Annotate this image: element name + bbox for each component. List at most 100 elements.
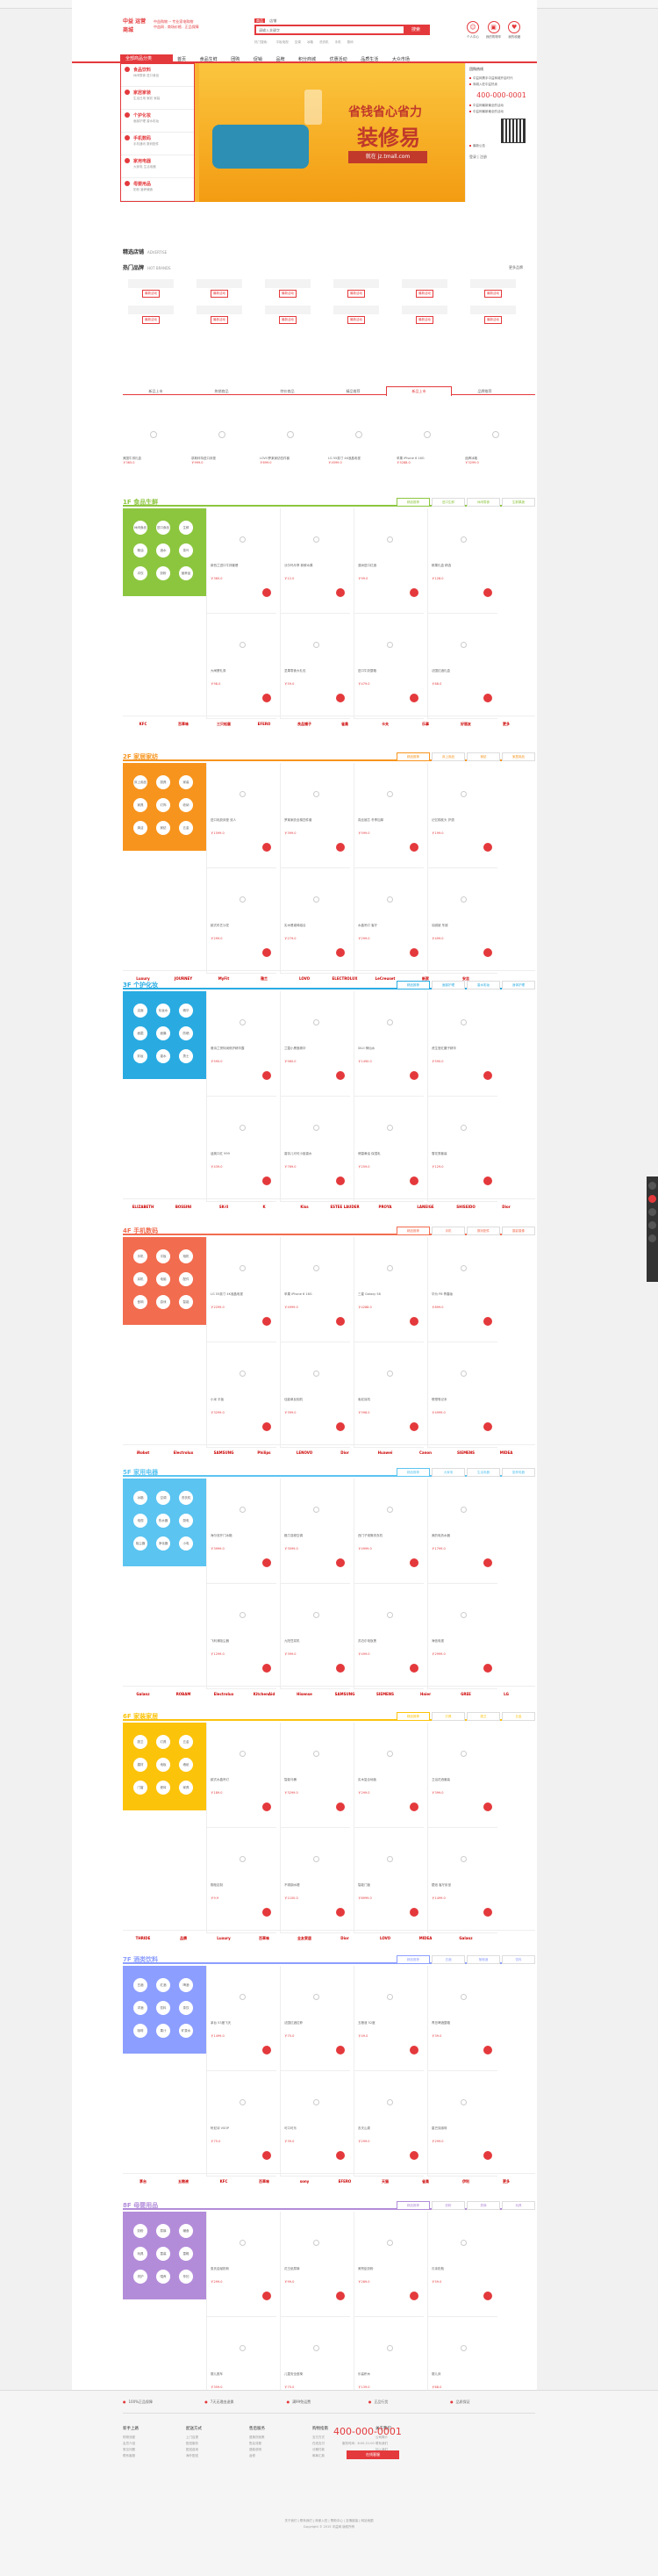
product-card[interactable]: 实木餐桌椅组合 ￥279.0 [280, 868, 350, 974]
add-to-cart-icon[interactable] [410, 1317, 418, 1326]
cart-link[interactable]: ▣ 我的购物车 [484, 21, 504, 40]
add-to-cart-icon[interactable] [483, 1317, 492, 1326]
category-circle[interactable]: 家装 [179, 775, 193, 789]
brand-logo[interactable]: EFERO [325, 2174, 365, 2190]
floor-banner[interactable]: 床上用品 厨具 家装 家具 灯饰 收纳 清洁 家纺 五金 [123, 763, 206, 851]
add-to-cart-icon[interactable] [262, 1664, 271, 1673]
add-to-cart-icon[interactable] [336, 1664, 345, 1673]
brand-logo[interactable]: 百草味 [163, 716, 204, 732]
add-to-cart-icon[interactable] [336, 588, 345, 597]
brand-logo[interactable]: THRIDE [123, 1931, 163, 1946]
brand-logo[interactable]: KitchenAid [244, 1687, 284, 1702]
tab-item[interactable]: 特价商品 [254, 387, 320, 396]
brand-logo[interactable]: KFC [123, 716, 163, 732]
category-circle[interactable]: 小电 [179, 1536, 193, 1551]
category-circle[interactable]: 童装 [156, 2247, 170, 2261]
add-to-cart-icon[interactable] [483, 1558, 492, 1567]
hot-product[interactable]: 慕斯科特进口床垫 ￥999.0 [191, 413, 253, 483]
brand-logo[interactable]: Dior [325, 1445, 365, 1461]
category-circle[interactable]: 五金 [179, 821, 193, 835]
hot-keyword[interactable]: 洗衣机 [319, 40, 329, 44]
hot-product[interactable]: LOVO罗莱家纺四件套 ￥699.0 [260, 413, 321, 483]
product-card[interactable]: 澳洲进口红酒 ￥99.0 [354, 508, 424, 614]
floor-tab[interactable]: 精品推荐 [397, 981, 430, 989]
category-circle[interactable]: 红酒 [156, 1978, 170, 1992]
category-circle[interactable]: 洁面 [133, 1004, 147, 1018]
category-circle[interactable]: 冲饮 [133, 566, 147, 580]
favorites-link[interactable]: ♥ 我的收藏 [504, 21, 524, 40]
add-to-cart-icon[interactable] [336, 1422, 345, 1431]
category-circle[interactable]: 瓷砖 [156, 1781, 170, 1795]
tab-item[interactable]: 新品上市 [386, 386, 452, 396]
footer-link[interactable]: 退换货政策 [249, 2435, 311, 2441]
category-circle[interactable]: 粮油 [133, 543, 147, 558]
nav-item[interactable]: 优惠活动 [330, 57, 347, 62]
category-circle[interactable]: 墙纸 [179, 1758, 193, 1772]
product-card[interactable]: 进口牛奶整箱 ￥479.0 [354, 614, 424, 719]
product-card[interactable]: 贝亲奶瓶 ￥59.0 [427, 2212, 497, 2317]
banner-image[interactable]: 省钱省心省力 装修易 就在 jz.tmall.com [199, 63, 471, 202]
category-circle[interactable]: 手机 [133, 1249, 147, 1263]
category-circle[interactable]: 家具 [179, 1781, 193, 1795]
category-circle[interactable]: 建材 [133, 1758, 147, 1772]
product-card[interactable]: 农夫山泉 ￥299.0 [354, 2071, 424, 2177]
product-card[interactable]: 卫浴花洒套装 ￥399.0 [427, 1723, 497, 1828]
brand-logo[interactable]: 更多 [486, 716, 526, 732]
category-circle[interactable]: 面膜 [156, 1026, 170, 1040]
footer-links[interactable]: 关于我们 | 联系我们 | 商家入驻 | 帮助中心 | 友情链接 | 网站地图 [123, 2518, 535, 2524]
category-circle[interactable]: 冰箱 [133, 1491, 147, 1505]
tab-item[interactable]: 新品上市 [123, 387, 189, 396]
category-circle[interactable]: 厨具 [156, 775, 170, 789]
product-card[interactable]: 记忆棉枕头 护颈 ￥199.0 [427, 763, 497, 868]
brand-logo[interactable]: 好丽友 [446, 716, 486, 732]
toolbar-icon[interactable] [648, 1195, 656, 1203]
floor-tab[interactable]: 厨卫 [467, 1712, 500, 1721]
category-circle[interactable]: 配件 [179, 1272, 193, 1286]
brand-logo[interactable]: BOSSINI [163, 1199, 204, 1215]
product-card[interactable]: 迪奥口红 999 ￥439.0 [206, 1097, 276, 1202]
add-to-cart-icon[interactable] [410, 2292, 418, 2300]
hot-keyword[interactable]: 空调 [295, 40, 301, 44]
product-card[interactable]: 联想笔记本 ￥4999.0 [427, 1342, 497, 1448]
product-card[interactable]: 欧式水晶吊灯 ￥189.0 [206, 1723, 276, 1828]
nav-item[interactable]: 大众市场 [392, 57, 410, 62]
banner-cta[interactable]: 就在 jz.tmall.com [348, 151, 427, 163]
brand-logo[interactable]: 伊利 [446, 2174, 486, 2190]
add-to-cart-icon[interactable] [483, 1802, 492, 1811]
floor-tab[interactable]: 家居用品 [502, 752, 535, 761]
product-card[interactable]: 星巴克咖啡 ￥299.0 [427, 2071, 497, 2177]
hot-keyword[interactable]: 手机 [335, 40, 341, 44]
category-circle[interactable]: 玩具 [133, 2247, 147, 2261]
brand-cell[interactable]: 最新活动 [197, 279, 242, 299]
add-to-cart-icon[interactable] [410, 694, 418, 702]
nav-item[interactable]: 团购 [231, 57, 240, 62]
product-card[interactable]: SK-II 神仙水 ￥1490.0 [354, 991, 424, 1097]
category-circle[interactable]: 化妆水 [156, 1004, 170, 1018]
product-card[interactable]: 新西兰进口牛排套餐 ￥365.0 [206, 508, 276, 614]
brand-logo[interactable]: SIEMENS [446, 1445, 486, 1461]
tab-item[interactable]: 精品推荐 [320, 387, 386, 396]
hot-product[interactable]: LG 55英寸 4K液晶电视 ￥4599.0 [328, 413, 390, 483]
footer-link[interactable]: 会员介绍 [123, 2441, 184, 2447]
category-circle[interactable]: 音响 [133, 1295, 147, 1309]
news-item[interactable]: 中益网最新最全的活动 [466, 103, 537, 109]
brand-logo[interactable]: LOVO [365, 1931, 405, 1946]
brand-logo[interactable]: Haier [405, 1687, 446, 1702]
category-circle[interactable]: 啤酒 [179, 1978, 193, 1992]
add-to-cart-icon[interactable] [262, 2151, 271, 2160]
product-card[interactable]: 可口可乐 ￥39.0 [280, 2071, 350, 2177]
brand-logo[interactable]: SK-II [204, 1199, 244, 1215]
brand-logo[interactable]: ELIZABETH [123, 1199, 163, 1215]
category-circle[interactable]: 喂养 [156, 2270, 170, 2284]
news-item[interactable]: 最新公告 [466, 143, 537, 149]
add-to-cart-icon[interactable] [262, 2292, 271, 2300]
product-card[interactable]: 惠氏启赋奶粉 ￥299.0 [206, 2212, 276, 2317]
floor-tab[interactable]: 进口生鲜 [432, 498, 465, 507]
floor-tab[interactable]: 灯具 [432, 1712, 465, 1721]
brand-logo[interactable]: iRobot [123, 1445, 163, 1461]
brand-logo[interactable]: SIEMENS [365, 1687, 405, 1702]
floor-tab[interactable]: 精品推荐 [397, 1468, 430, 1477]
category-circle[interactable]: 生鲜 [179, 521, 193, 535]
floor-banner[interactable]: 手机 平板 相机 耳机 电脑 配件 音响 游戏 智能 [123, 1237, 206, 1325]
add-to-cart-icon[interactable] [483, 1422, 492, 1431]
